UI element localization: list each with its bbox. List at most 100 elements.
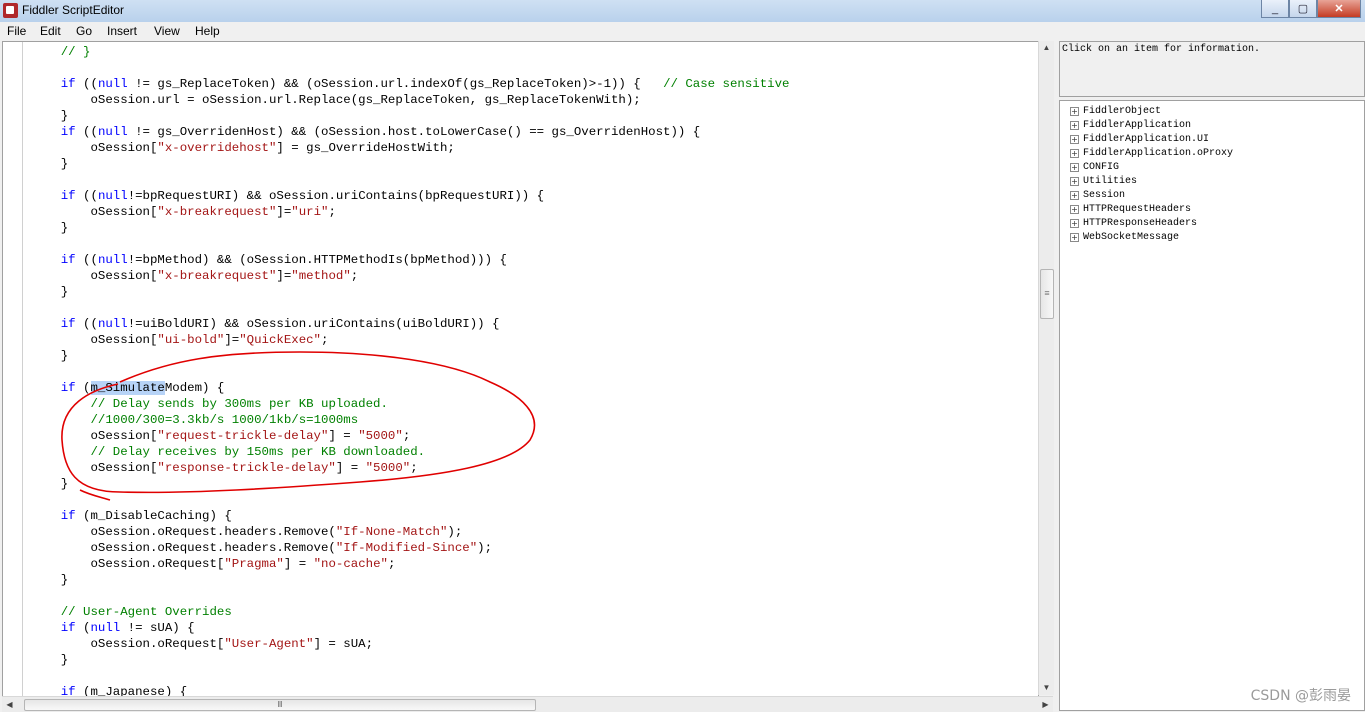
vertical-scroll-thumb[interactable]: ≡ bbox=[1040, 269, 1054, 319]
code-token: ; bbox=[328, 205, 336, 219]
code-token: m_Simulate bbox=[90, 381, 165, 395]
script-editor[interactable]: // } if ((null != gs_ReplaceToken) && (o… bbox=[2, 41, 1039, 698]
code-token: } bbox=[31, 221, 69, 235]
code-line[interactable]: oSession.oRequest["User-Agent"] = sUA; bbox=[31, 637, 373, 651]
code-token: ] = gs_OverrideHostWith; bbox=[276, 141, 455, 155]
code-line[interactable]: oSession["x-overridehost"] = gs_Override… bbox=[31, 141, 455, 155]
tree-item-fiddlerobject[interactable]: + FiddlerObject bbox=[1070, 104, 1161, 118]
code-token: if bbox=[60, 621, 76, 635]
code-line[interactable]: } bbox=[31, 349, 68, 363]
code-line[interactable]: oSession["ui-bold"]="QuickExec"; bbox=[31, 333, 328, 347]
menu-edit[interactable]: Edit bbox=[40, 24, 61, 38]
code-line[interactable]: oSession.oRequest.headers.Remove("If-Mod… bbox=[31, 541, 492, 555]
expand-icon[interactable]: + bbox=[1070, 106, 1079, 116]
tree-item-label: Session bbox=[1083, 189, 1126, 201]
code-line[interactable]: } bbox=[31, 285, 68, 299]
horizontal-scroll-thumb[interactable]: Ⅲ bbox=[24, 699, 536, 711]
expand-icon[interactable]: + bbox=[1070, 134, 1079, 144]
tree-item-websocketmessage[interactable]: + WebSocketMessage bbox=[1070, 230, 1179, 244]
menu-view[interactable]: View bbox=[154, 24, 180, 38]
code-token: ); bbox=[477, 541, 493, 555]
code-token: ; bbox=[402, 429, 411, 443]
info-text: Click on an item for information. bbox=[1062, 44, 1261, 55]
expand-icon[interactable]: + bbox=[1070, 204, 1079, 214]
code-token: != sUA) { bbox=[120, 621, 195, 635]
code-token: (( bbox=[75, 253, 98, 267]
scroll-right-arrow-icon[interactable]: ▶ bbox=[1038, 697, 1053, 712]
code-line[interactable]: //1000/300=3.3kb/s 1000/1kb/s=1000ms bbox=[31, 413, 359, 427]
code-line[interactable]: // Delay receives by 150ms per KB downlo… bbox=[31, 445, 426, 459]
tree-item-session[interactable]: + Session bbox=[1070, 188, 1125, 202]
code-line[interactable]: // } bbox=[31, 45, 91, 59]
code-line[interactable]: } bbox=[31, 477, 68, 491]
code-token: if bbox=[60, 125, 76, 139]
expand-icon[interactable]: + bbox=[1070, 190, 1079, 200]
menu-file[interactable]: File bbox=[7, 24, 26, 38]
code-line[interactable]: if ((null!=bpRequestURI) && oSession.uri… bbox=[31, 189, 544, 203]
code-line[interactable]: if (null != sUA) { bbox=[31, 621, 195, 635]
scroll-up-arrow-icon[interactable]: ▲ bbox=[1039, 41, 1054, 55]
code-line[interactable]: // Delay sends by 300ms per KB uploaded. bbox=[31, 397, 388, 411]
expand-icon[interactable]: + bbox=[1070, 148, 1079, 158]
code-token: (( bbox=[75, 189, 98, 203]
code-line[interactable]: if (m_DisableCaching) { bbox=[31, 509, 232, 523]
editor-vertical-scrollbar[interactable]: ▲ ≡ ▼ bbox=[1038, 41, 1054, 695]
editor-horizontal-scrollbar[interactable]: ◀ Ⅲ ▶ bbox=[2, 696, 1053, 712]
scroll-down-arrow-icon[interactable]: ▼ bbox=[1039, 681, 1054, 695]
hscroll-grip-icon: Ⅲ bbox=[277, 700, 283, 709]
code-line[interactable]: } bbox=[31, 653, 68, 667]
code-line[interactable]: if ((null!=uiBoldURI) && oSession.uriCon… bbox=[31, 317, 500, 331]
code-line[interactable]: } bbox=[31, 221, 68, 235]
expand-icon[interactable]: + bbox=[1070, 232, 1079, 242]
menu-insert[interactable]: Insert bbox=[107, 24, 137, 38]
code-line[interactable]: } bbox=[31, 109, 68, 123]
class-explorer-tree: + FiddlerObject + FiddlerApplication + F… bbox=[1059, 100, 1365, 711]
code-token: oSession.oRequest.headers.Remove( bbox=[31, 541, 336, 555]
code-line[interactable]: oSession["x-breakrequest"]="method"; bbox=[31, 269, 358, 283]
tree-item-fiddlerapplication[interactable]: + FiddlerApplication bbox=[1070, 118, 1191, 132]
code-token: "request-trickle-delay" bbox=[157, 429, 329, 443]
code-token: (( bbox=[75, 317, 98, 331]
tree-item-utilities[interactable]: + Utilities bbox=[1070, 174, 1137, 188]
expand-icon[interactable]: + bbox=[1070, 162, 1079, 172]
code-line[interactable]: if (m_SimulateModem) { bbox=[31, 381, 224, 395]
code-line[interactable]: oSession.url = oSession.url.Replace(gs_R… bbox=[31, 93, 640, 107]
tree-item-label: Utilities bbox=[1083, 175, 1138, 187]
scroll-left-arrow-icon[interactable]: ◀ bbox=[2, 697, 17, 712]
code-token: != gs_ReplaceToken) && (oSession.url.ind… bbox=[127, 77, 664, 91]
expand-icon[interactable]: + bbox=[1070, 120, 1079, 130]
code-line[interactable]: oSession.oRequest["Pragma"] = "no-cache"… bbox=[31, 557, 395, 571]
code-line[interactable]: if ((null != gs_OverridenHost) && (oSess… bbox=[31, 125, 700, 139]
menu-help[interactable]: Help bbox=[195, 24, 220, 38]
expand-icon[interactable]: + bbox=[1070, 176, 1079, 186]
code-line[interactable]: if ((null!=bpMethod) && (oSession.HTTPMe… bbox=[31, 253, 507, 267]
code-line[interactable]: // User-Agent Overrides bbox=[31, 605, 232, 619]
code-line[interactable]: if ((null != gs_ReplaceToken) && (oSessi… bbox=[31, 77, 790, 91]
code-line[interactable]: } bbox=[31, 573, 68, 587]
code-token: "User-Agent" bbox=[224, 637, 314, 651]
code-line[interactable]: oSession["request-trickle-delay"] = "500… bbox=[31, 429, 410, 443]
code-token: } bbox=[31, 157, 69, 171]
close-button[interactable]: ✕ bbox=[1317, 0, 1361, 18]
window-controls: _ ▢ ✕ bbox=[1261, 0, 1361, 20]
expand-icon[interactable]: + bbox=[1070, 218, 1079, 228]
tree-item-config[interactable]: + CONFIG bbox=[1070, 160, 1119, 174]
tree-item-fiddlerapplication-ui[interactable]: + FiddlerApplication.UI bbox=[1070, 132, 1209, 146]
tree-item-fiddlerapplication-oproxy[interactable]: + FiddlerApplication.oProxy bbox=[1070, 146, 1233, 160]
code-line[interactable]: oSession["x-breakrequest"]="uri"; bbox=[31, 205, 336, 219]
menu-go[interactable]: Go bbox=[76, 24, 92, 38]
tree-item-httprequestheaders[interactable]: + HTTPRequestHeaders bbox=[1070, 202, 1191, 216]
tree-item-httpresponseheaders[interactable]: + HTTPResponseHeaders bbox=[1070, 216, 1197, 230]
code-token: "response-trickle-delay" bbox=[157, 461, 336, 475]
code-token: (m_DisableCaching) { bbox=[75, 509, 232, 523]
maximize-button[interactable]: ▢ bbox=[1289, 0, 1317, 18]
code-line[interactable]: } bbox=[31, 157, 68, 171]
code-content[interactable]: // } if ((null != gs_ReplaceToken) && (o… bbox=[31, 44, 790, 697]
code-token: if bbox=[60, 381, 76, 395]
code-token: // } bbox=[60, 45, 91, 59]
code-line[interactable]: oSession.oRequest.headers.Remove("If-Non… bbox=[31, 525, 462, 539]
code-line[interactable]: oSession["response-trickle-delay"] = "50… bbox=[31, 461, 417, 475]
minimize-button[interactable]: _ bbox=[1261, 0, 1289, 18]
